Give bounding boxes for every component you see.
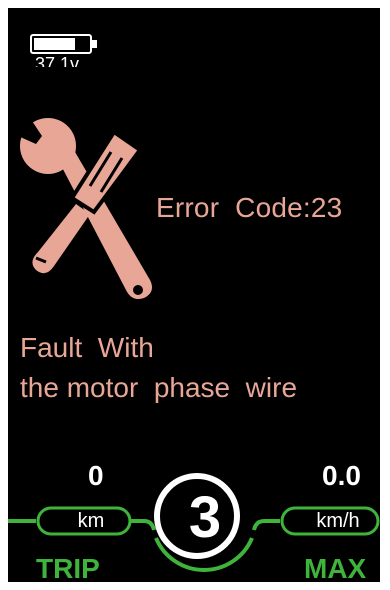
trip-label: TRIP — [36, 553, 100, 582]
fault-message-line-1: Fault With — [20, 332, 154, 363]
error-code-text: Error Code:23 — [156, 192, 343, 223]
max-speed-unit-label: km/h — [316, 510, 360, 532]
wrench-screwdriver-icon — [16, 112, 166, 317]
trip-unit-label: km — [77, 510, 105, 532]
max-label: MAX — [304, 553, 367, 582]
assist-gear-level: 3 — [188, 485, 222, 550]
display-frame: 37.1v Error Code:23 Fault With the motor… — [0, 0, 390, 590]
fault-message-line-2: the motor phase wire — [20, 372, 298, 403]
battery-voltage: 37.1v — [35, 55, 80, 67]
ebike-display-screen: 37.1v Error Code:23 Fault With the motor… — [8, 8, 380, 582]
